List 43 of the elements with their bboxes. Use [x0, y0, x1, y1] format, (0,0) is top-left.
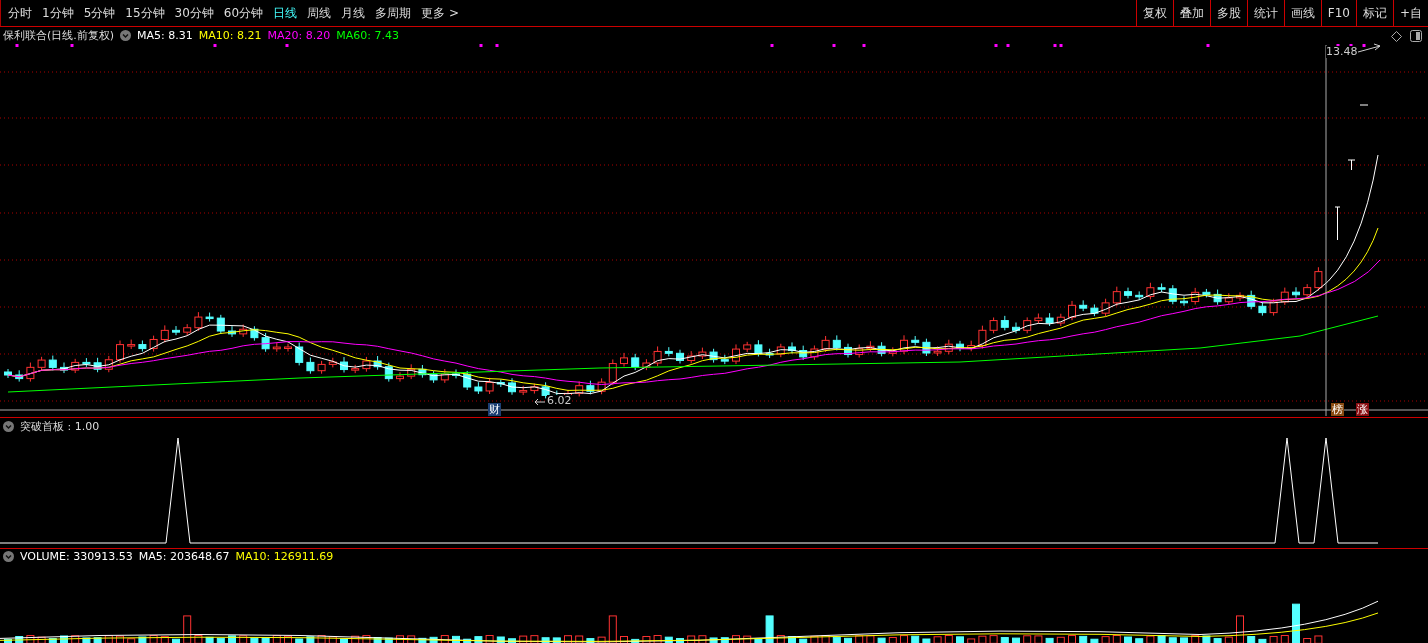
period-tab[interactable]: 分时 [3, 0, 37, 26]
toolbar-button[interactable]: 叠加 [1172, 0, 1210, 26]
collapse-icon[interactable] [120, 29, 132, 41]
event-badge: 财 [488, 403, 501, 416]
indicator-title: 突破首板 : 1.00 [20, 418, 100, 434]
period-tab[interactable]: 月线 [336, 0, 371, 26]
event-badge: 榜 [1331, 403, 1344, 416]
ma-legend-item: MA60: 7.43 [336, 28, 399, 42]
period-tab[interactable]: 15分钟 [120, 0, 170, 26]
collapse-icon[interactable] [3, 420, 14, 432]
diamond-icon [1391, 30, 1402, 42]
stock-title: 保利联合(日线.前复权) [3, 27, 115, 43]
leader-arrow [1357, 43, 1381, 53]
period-tab[interactable]: 周线 [302, 0, 337, 26]
panel-toggle-icon[interactable] [1410, 30, 1422, 42]
collapse-icon[interactable] [3, 551, 14, 563]
toolbar-button[interactable]: F10 [1320, 0, 1356, 26]
ma-legend-item: MA5: 8.31 [137, 28, 193, 42]
projection-mark [1359, 104, 1369, 106]
toolbar-button[interactable]: 统计 [1246, 0, 1284, 26]
period-tab[interactable]: 日线 [268, 0, 303, 26]
toolbar-button[interactable]: 多股 [1209, 0, 1247, 26]
toolbar-button[interactable]: 标记 [1355, 0, 1393, 26]
period-tab[interactable]: 更多 > [416, 0, 464, 26]
toolbar-button[interactable]: +自 [1392, 0, 1428, 26]
projection-mark [1347, 159, 1356, 171]
price-low-label: 6.02 [547, 395, 572, 407]
volume-legend-item: MA5: 203648.67 [138, 550, 230, 564]
period-tab[interactable]: 多周期 [370, 0, 417, 26]
toolbar-button[interactable]: 复权 [1135, 0, 1173, 26]
toolbar-button[interactable]: 画线 [1283, 0, 1321, 26]
leader-arrow [534, 398, 546, 406]
price-high-label: 13.48 [1326, 46, 1358, 58]
ma-legend-item: MA20: 8.20 [267, 28, 331, 42]
period-tab[interactable]: 60分钟 [218, 0, 269, 26]
period-tab[interactable]: 1分钟 [37, 0, 79, 26]
event-badge: 涨 [1356, 403, 1369, 416]
period-tab[interactable]: 5分钟 [78, 0, 121, 26]
period-tab[interactable]: 30分钟 [169, 0, 219, 26]
volume-legend-item: VOLUME: 330913.53 [20, 550, 133, 564]
projection-mark [1334, 206, 1341, 241]
ma-legend-item: MA10: 8.21 [198, 28, 262, 42]
volume-legend-item: MA10: 126911.69 [235, 550, 334, 564]
